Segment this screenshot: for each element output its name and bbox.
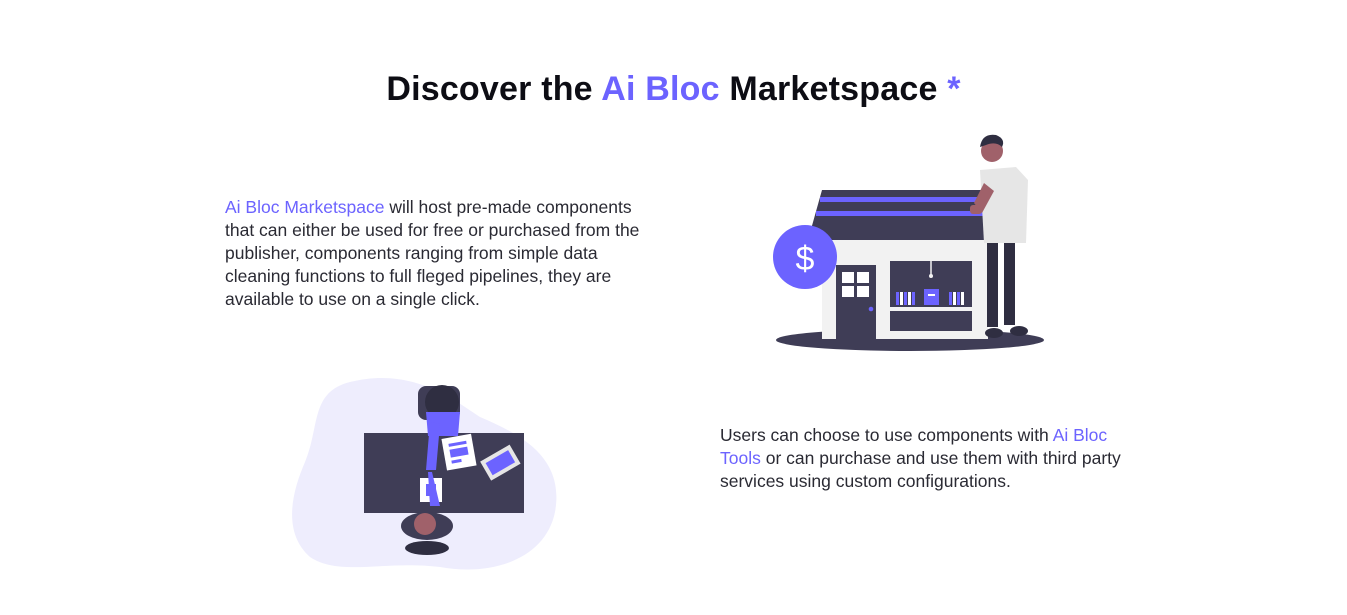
handshake-meeting-illustration [292,377,557,570]
title-highlight: Ai Bloc [601,70,720,108]
store-with-dollar-illustration: $ [773,134,1044,351]
users-text-before: Users can choose to use components with [720,425,1053,445]
users-description: Users can choose to use components with … [720,424,1140,493]
marketplace-highlight: Ai Bloc Marketspace [225,197,385,217]
marketplace-description: Ai Bloc Marketspace will host pre-made c… [225,196,645,311]
title-suffix: Marketspace [719,70,948,108]
title-prefix: Discover the [386,70,602,108]
svg-text:$: $ [796,240,815,278]
title-asterisk: * [947,70,961,108]
users-text-after: or can purchase and use them with third … [720,448,1121,491]
page-title: Discover the Ai Bloc Marketspace * [0,70,1347,109]
